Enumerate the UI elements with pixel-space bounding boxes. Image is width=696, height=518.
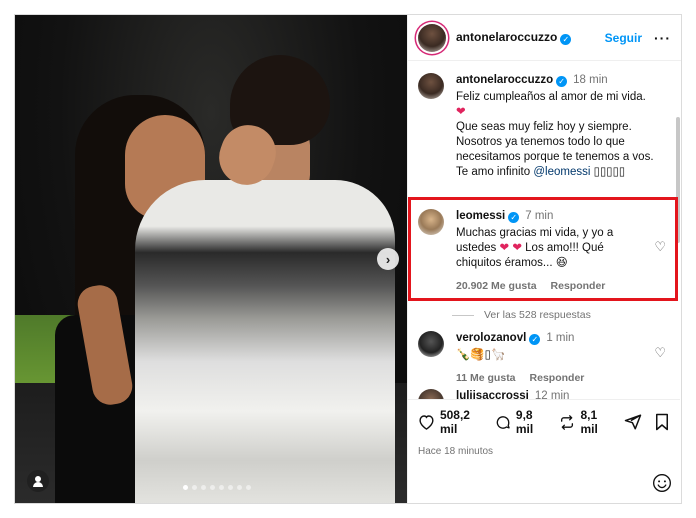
comment-avatar[interactable] [418, 331, 444, 357]
save-bookmark-icon[interactable] [654, 413, 670, 431]
caption-author[interactable]: antonelaroccuzzo [456, 74, 553, 86]
like-button[interactable]: 508,2 mil [418, 408, 483, 436]
caption-line-2: Que seas muy feliz hoy y siempre. Nosotr… [456, 121, 654, 163]
author-avatar[interactable] [418, 23, 446, 52]
comment-item: verolozanovl ✓ 1 min 🍾🥞▯🦙 11 Me gusta Respo… [418, 331, 634, 386]
post-header: antonelaroccuzzo ✓ Seguir ··· [408, 15, 681, 61]
caption-line-3: Te amo infinito @leomessi ▯▯▯▯▯ [456, 166, 626, 178]
more-options-icon[interactable]: ··· [654, 30, 671, 46]
post-dialog: › antonelaroccuzzo ✓ Seguir ··· antonelar… [14, 14, 682, 504]
heart-emoji-icon: ❤ [456, 106, 466, 118]
reply-button[interactable]: Responder [551, 280, 606, 292]
caption: antonelaroccuzzo ✓ 18 min Feliz cumpleaños… [418, 73, 656, 180]
comment-avatar[interactable] [418, 389, 444, 399]
carousel-dot [192, 485, 197, 490]
mention-link[interactable]: @leomessi [533, 166, 590, 178]
post-sidebar: antonelaroccuzzo ✓ Seguir ··· antonelaroc… [407, 15, 681, 503]
carousel-dots [183, 485, 251, 490]
carousel-next-button[interactable]: › [377, 248, 399, 270]
carousel-dot [210, 485, 215, 490]
comment-author[interactable]: verolozanovl [456, 332, 526, 344]
photo-man-shirt [135, 180, 395, 503]
emoji-icon[interactable] [652, 473, 672, 493]
caption-time: 18 min [573, 74, 608, 86]
caption-avatar[interactable] [418, 73, 444, 99]
comment-author[interactable]: leomessi [456, 210, 505, 222]
view-replies-link[interactable]: Ver las 528 respuestas [452, 309, 591, 321]
follow-button[interactable]: Seguir [605, 31, 642, 45]
tagged-users-button[interactable] [27, 470, 49, 492]
comment-count: 9,8 mil [515, 408, 534, 436]
comment-avatar[interactable] [418, 209, 444, 235]
comment-time: 7 min [525, 210, 554, 222]
comment-like-heart-icon[interactable]: ♡ [654, 345, 666, 361]
post-actions: 508,2 mil 9,8 mil 8,1 mil Hace 18 minuto… [408, 399, 680, 457]
comment-item: leomessi ✓ 7 min Muchas gracias mi vida, y… [418, 209, 634, 294]
comment-icon [496, 415, 510, 429]
comment-time: 12 min [534, 390, 570, 399]
repost-count: 8,1 mil [580, 408, 598, 436]
verified-badge-icon: ✓ [556, 76, 568, 87]
carousel-dot [219, 485, 224, 490]
comment-likes[interactable]: 11 Me gusta [456, 372, 516, 384]
carousel-dot [246, 485, 251, 490]
comment-author[interactable]: luliisaccrossi [456, 390, 529, 399]
comment-text: Muchas gracias mi vida, y yo a ustedes ❤… [456, 227, 614, 269]
heart-icon [419, 415, 434, 430]
post-photo[interactable]: › [15, 15, 407, 503]
carousel-dot [201, 485, 206, 490]
share-icon[interactable] [624, 413, 642, 431]
like-count[interactable]: 508,2 mil [440, 408, 483, 436]
post-time: Hace 18 minutos [418, 446, 494, 457]
reply-button[interactable]: Responder [530, 372, 585, 384]
repost-icon [561, 414, 574, 430]
comments-list[interactable]: antonelaroccuzzo ✓ 18 min Feliz cumpleaños… [408, 61, 680, 399]
carousel-dot [237, 485, 242, 490]
comment-like-heart-icon[interactable]: ♡ [654, 239, 666, 255]
heart-emoji-icon: ❤ ❤ [499, 242, 522, 254]
comment-button[interactable]: 9,8 mil [495, 408, 548, 436]
comment-time: 1 min [546, 332, 575, 344]
repost-button[interactable]: 8,1 mil [559, 408, 612, 436]
verified-badge-icon: ✓ [508, 212, 520, 223]
author-username[interactable]: antonelaroccuzzo ✓ [456, 30, 572, 45]
comment-item: luliisaccrossi 12 min [418, 389, 569, 399]
carousel-dot [228, 485, 233, 490]
comment-likes[interactable]: 20.902 Me gusta [456, 280, 537, 292]
verified-badge-icon: ✓ [529, 334, 541, 345]
caption-line-1: Feliz cumpleaños al amor de mi vida. [456, 91, 646, 103]
verified-badge-icon: ✓ [560, 34, 572, 45]
comment-text: 🍾🥞▯🦙 [456, 349, 506, 361]
carousel-dot [183, 485, 188, 490]
